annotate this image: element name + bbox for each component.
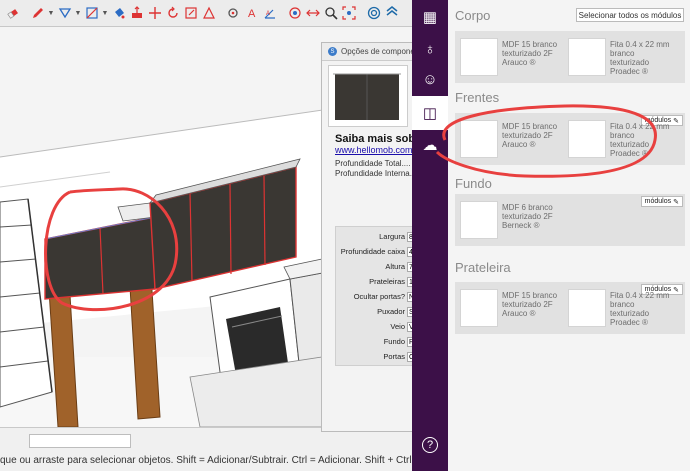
toolbar-separator: [218, 3, 224, 23]
edit-icon: ✎: [673, 198, 679, 206]
attribute-label: Prateleiras: [369, 277, 405, 286]
dropdown-caret[interactable]: ▼: [47, 3, 55, 23]
material-label: MDF 6 branco texturizado 2F Berneck ®: [502, 203, 553, 230]
material-thumbnail[interactable]: [568, 38, 606, 76]
edit-icon: ✎: [673, 117, 679, 125]
modules-button[interactable]: módulos ✎: [640, 196, 683, 207]
shape-tool-icon[interactable]: [56, 3, 73, 23]
pencil-icon[interactable]: [29, 3, 46, 23]
group-title: Prateleira: [455, 260, 511, 275]
zoom-icon[interactable]: [322, 3, 339, 23]
materials-grid-icon: ▦: [422, 9, 438, 26]
material-thumbnail[interactable]: [568, 289, 606, 327]
material-label: MDF 15 branco texturizado 2F Arauco ®: [502, 291, 558, 318]
component-description-1: Profundidade Total....: [335, 159, 411, 168]
orbit-icon[interactable]: [286, 3, 303, 23]
attribute-row: PuxadorSe: [336, 307, 420, 318]
status-text: que ou arraste para selecionar objetos. …: [0, 455, 461, 466]
zoom-extents-icon[interactable]: [340, 3, 357, 23]
toolbar-separator: [22, 3, 28, 23]
measurements-box[interactable]: [29, 434, 131, 448]
dialog-title: Opções de componer: [341, 47, 418, 56]
material-thumbnail[interactable]: [460, 38, 498, 76]
material-group-card: módulos ✎ MDF 15 branco texturizado 2F Ara…: [455, 282, 685, 334]
component-description-2: Profundidade Interna...: [335, 169, 417, 178]
component-heading: Saiba mais sobre: [335, 133, 421, 145]
extension-icon[interactable]: [365, 3, 382, 23]
arc-tool-icon[interactable]: [83, 3, 100, 23]
extension-sidebar: ▦ ♁ ☺ ◫ ☁?: [412, 0, 448, 471]
chat-icon: ?: [422, 437, 438, 453]
toolbar-separator: [279, 3, 285, 23]
component-link[interactable]: www.hellomob.com: [335, 145, 413, 155]
dropdown-caret[interactable]: ▼: [101, 3, 109, 23]
attribute-row: Altura70: [336, 262, 420, 273]
material-label: Fita 0.4 x 22 mm branco texturizado Proa…: [610, 291, 670, 327]
material-group-card: módulos ✎ MDF 6 branco texturizado 2F Bern…: [455, 194, 685, 246]
modules-label: módulos: [644, 198, 672, 205]
attribute-label: Ocultar portas?: [353, 292, 405, 301]
component-thumbnail: [328, 65, 408, 127]
sidebar-button[interactable]: ♁: [412, 32, 448, 66]
toolbar: ▼ ▼ ▼ A A: [0, 0, 412, 27]
attribute-row: Profundidade caixa40: [336, 247, 420, 258]
attribute-label: Puxador: [377, 307, 405, 316]
attribute-label: Fundo: [383, 337, 405, 346]
dialog-titlebar[interactable]: S Opções de componer: [322, 43, 420, 61]
attribute-label: Altura: [385, 262, 405, 271]
toolbar-separator: [358, 3, 364, 23]
material-thumbnail[interactable]: [460, 289, 498, 327]
edit-icon: ✎: [673, 286, 679, 294]
protractor-icon[interactable]: A: [261, 3, 278, 23]
select-all-modules-button[interactable]: Selecionar todos os módulos: [576, 8, 684, 22]
user-icon: ☺: [422, 70, 438, 88]
attribute-label: Profundidade caixa: [340, 247, 405, 256]
attribute-label: Veio: [390, 322, 405, 331]
attribute-row: Ocultar portas?Nã: [336, 292, 420, 303]
attribute-label: Largura: [379, 232, 405, 241]
materials-panel: Selecionar todos os módulos Corpo MDF 15 …: [448, 0, 690, 471]
paint-bucket-icon[interactable]: [110, 3, 127, 23]
scale-icon[interactable]: [182, 3, 199, 23]
material-thumbnail[interactable]: [460, 201, 498, 239]
text-tool-icon[interactable]: A: [243, 3, 260, 23]
annotation-circle: [435, 104, 657, 178]
dropdown-caret[interactable]: ▼: [74, 3, 82, 23]
attribute-row: FundoPr: [336, 337, 420, 348]
rotate-icon[interactable]: [164, 3, 181, 23]
pan-icon[interactable]: [304, 3, 321, 23]
svg-text:A: A: [248, 8, 256, 20]
group-title: Corpo: [455, 8, 491, 23]
svg-text:A: A: [266, 11, 270, 17]
push-pull-icon[interactable]: [128, 3, 145, 23]
sketchup-logo-icon: S: [328, 47, 337, 56]
component-attributes-form: Largura85 Profundidade caixa40 Altura70 Pra…: [335, 226, 420, 366]
component-options-dialog: S Opções de componer Saiba mais sobre ww…: [321, 42, 421, 432]
attribute-row: Largura85: [336, 232, 420, 243]
move-icon[interactable]: [146, 3, 163, 23]
lamp-icon: ♁: [424, 40, 436, 58]
sidebar-button[interactable]: ☺: [412, 62, 448, 96]
material-label: Fita 0.4 x 22 mm branco texturizado Proa…: [610, 40, 670, 76]
tape-measure-icon[interactable]: [225, 3, 242, 23]
sidebar-button[interactable]: ▦: [412, 0, 448, 34]
attribute-label: Portas: [383, 352, 405, 361]
chat-button[interactable]: ?: [412, 428, 448, 462]
material-label: MDF 15 branco texturizado 2F Arauco ®: [502, 40, 558, 67]
eraser-icon[interactable]: [4, 3, 21, 23]
offset-icon[interactable]: [200, 3, 217, 23]
attribute-row: VeioVe: [336, 322, 420, 333]
attribute-row: Prateleiras 1: [336, 277, 420, 288]
cloud-icon[interactable]: [383, 3, 400, 23]
attribute-row: PortasCo: [336, 352, 420, 363]
material-group-card: MDF 15 branco texturizado 2F Arauco ® Fit…: [455, 31, 685, 83]
